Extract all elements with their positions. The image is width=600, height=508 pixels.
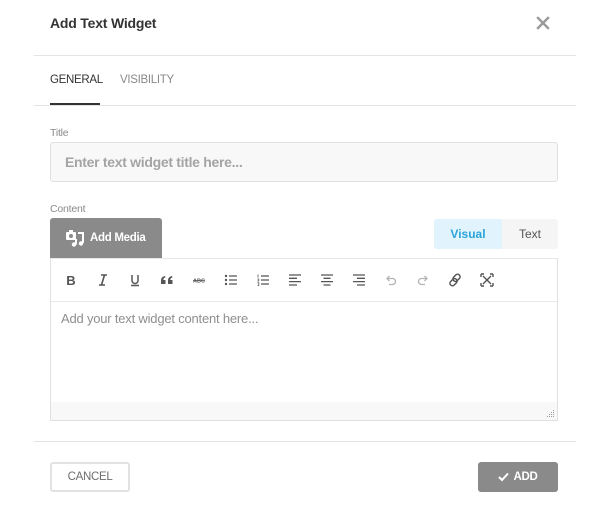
tabs-divider (34, 105, 576, 106)
add-media-label: Add Media (90, 232, 146, 244)
undo-button[interactable] (380, 269, 402, 291)
align-right-button[interactable] (348, 269, 370, 291)
dialog-title: Add Text Widget (50, 15, 157, 31)
editor-statusbar (51, 402, 557, 420)
fullscreen-button[interactable] (476, 269, 498, 291)
title-input[interactable] (50, 142, 558, 182)
italic-button[interactable] (92, 269, 114, 291)
redo-button[interactable] (412, 269, 434, 291)
add-button[interactable]: ADD (478, 462, 558, 492)
resize-grip-icon[interactable] (545, 408, 555, 418)
align-center-button[interactable] (316, 269, 338, 291)
italic-icon (99, 274, 107, 286)
align-right-icon (353, 274, 365, 286)
add-media-icon (66, 230, 84, 247)
dialog-header: Add Text Widget (0, 0, 600, 56)
align-left-button[interactable] (284, 269, 306, 291)
add-button-label: ADD (513, 471, 538, 483)
link-button[interactable] (444, 269, 466, 291)
link-icon (449, 273, 461, 287)
bold-button[interactable]: B (60, 269, 82, 291)
undo-icon (386, 275, 397, 286)
blockquote-button[interactable] (156, 269, 178, 291)
underline-button[interactable] (124, 269, 146, 291)
footer-divider (34, 441, 576, 442)
bold-icon: B (66, 272, 76, 288)
strikethrough-button[interactable]: ABC (188, 269, 210, 291)
content-editor-area[interactable] (51, 303, 557, 402)
strikethrough-icon: ABC (193, 279, 205, 285)
text-mode-tab[interactable]: Text (502, 219, 558, 249)
header-divider (34, 55, 576, 56)
underline-icon (131, 275, 139, 287)
redo-icon (417, 275, 428, 286)
add-media-button[interactable]: Add Media (50, 218, 162, 258)
editor-mode-switch: Visual Text (434, 219, 558, 249)
check-icon (498, 472, 510, 482)
close-icon (536, 16, 550, 30)
rich-text-editor: B ABC (50, 258, 558, 421)
align-center-icon (321, 274, 333, 286)
visual-mode-tab[interactable]: Visual (434, 219, 502, 249)
close-button[interactable] (533, 13, 553, 33)
numbered-list-button[interactable] (252, 269, 274, 291)
cancel-button[interactable]: CANCEL (50, 462, 130, 492)
editor-toolbar: B ABC (51, 259, 557, 302)
content-label: Content (50, 203, 86, 215)
bullet-list-icon (224, 274, 237, 286)
quote-icon (161, 276, 173, 284)
numbered-list-icon (257, 274, 269, 286)
svg-text:ABC: ABC (193, 279, 205, 285)
align-left-icon (289, 274, 301, 286)
fullscreen-icon (480, 273, 494, 287)
tab-general[interactable]: GENERAL (50, 74, 103, 86)
tab-visibility[interactable]: VISIBILITY (120, 74, 174, 86)
bullet-list-button[interactable] (220, 269, 242, 291)
title-label: Title (50, 127, 69, 139)
